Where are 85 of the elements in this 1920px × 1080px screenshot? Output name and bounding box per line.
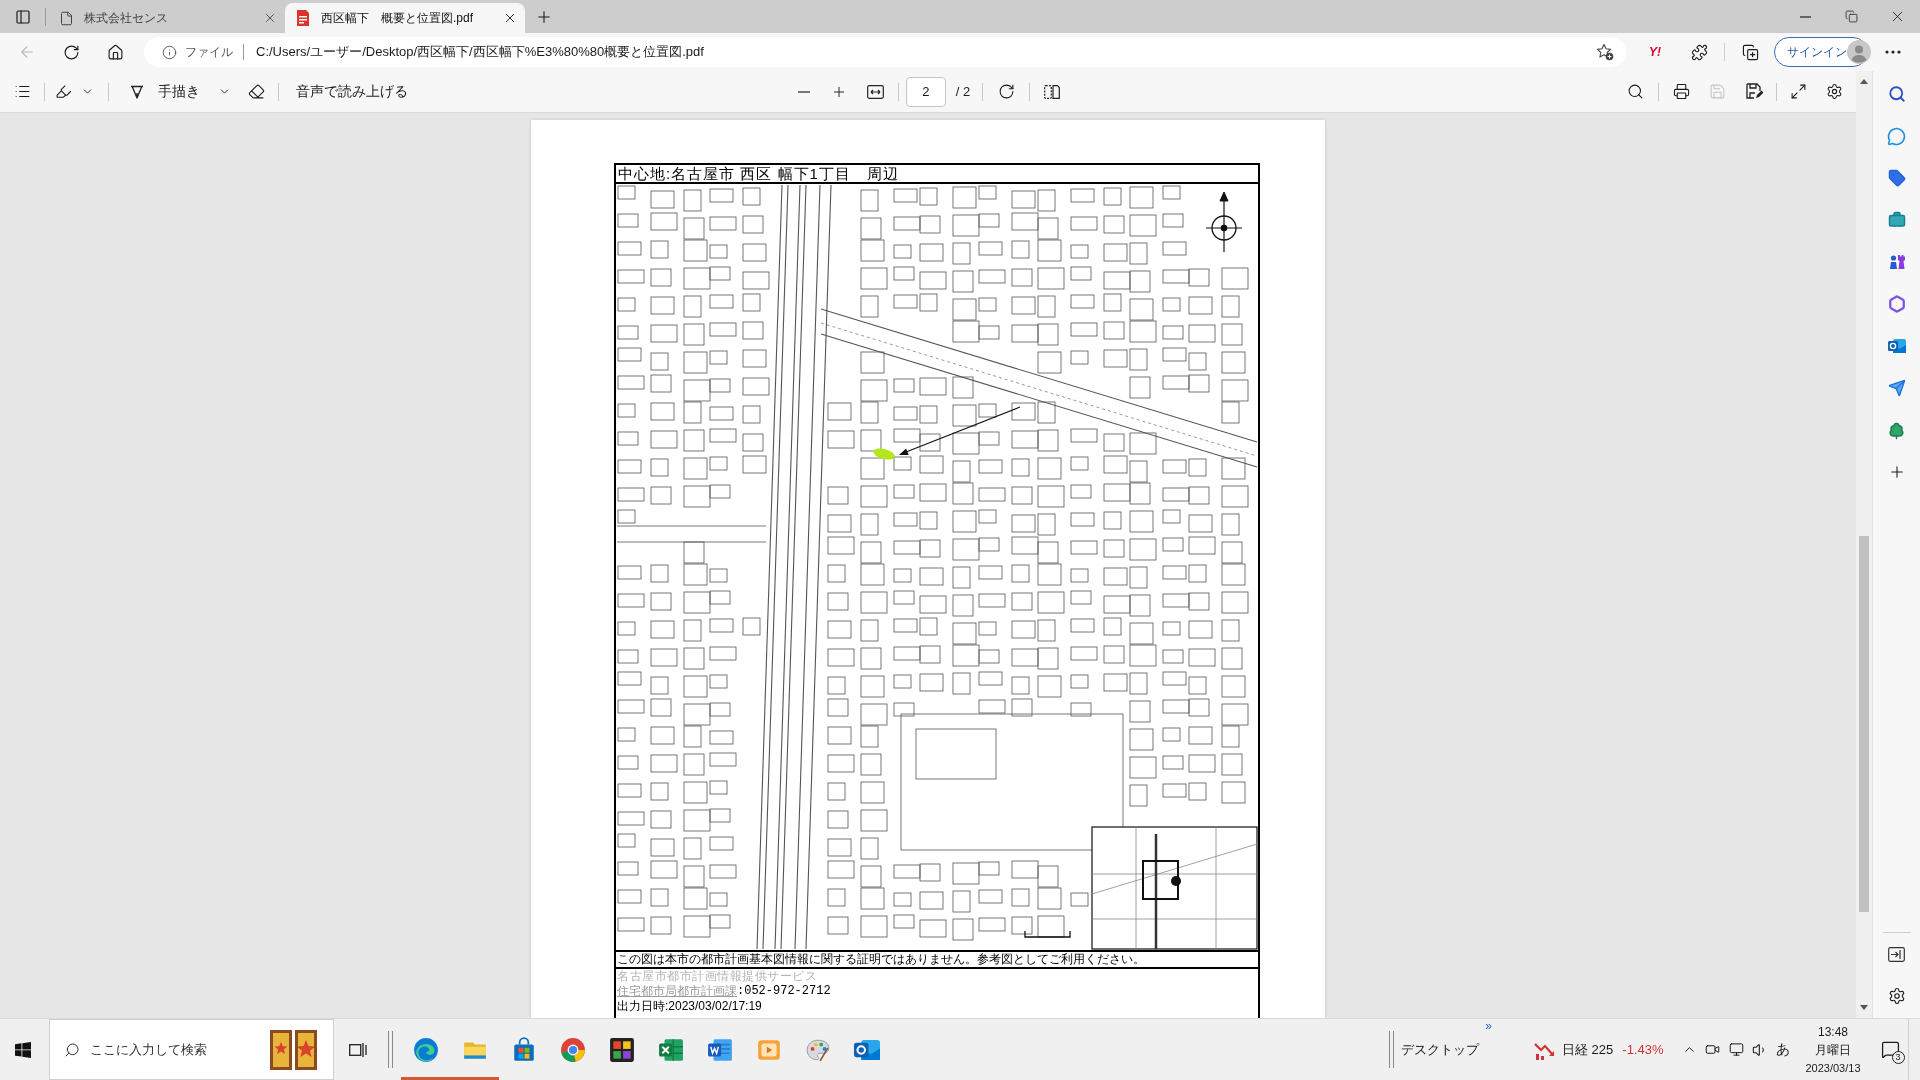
highlighter-icon (54, 83, 72, 100)
file-scheme-label: ファイル (185, 44, 233, 61)
paper-plane-icon (1887, 379, 1906, 397)
desktop-toolbar-label: デスクトップ (1401, 1040, 1480, 1059)
scale-bar-drawing (1024, 930, 1071, 938)
puzzle-icon (1690, 43, 1708, 61)
page-number-field[interactable]: 2 (905, 76, 946, 107)
windows-logo-icon (14, 1041, 31, 1058)
restore-icon (1844, 10, 1858, 23)
tree-icon (1887, 420, 1906, 440)
highlight-marker (873, 448, 895, 460)
search-icon (1626, 83, 1644, 100)
chess-pieces-icon (1887, 253, 1906, 271)
disclaimer-text: この図は本市の都市計画基本図情報に関する証明ではありません。参考図としてご利用ください。 (616, 950, 1258, 969)
ime-mode-button[interactable]: あ (1772, 1019, 1794, 1080)
page-total-label: / 2 (955, 82, 971, 101)
network-monitor-icon (1728, 1042, 1744, 1057)
close-icon (503, 11, 517, 25)
round-logo-icon (559, 1036, 586, 1063)
url-text: C:/Users/ユーザー/Desktop/西区幅下/西区幅下%E3%80%80概要と位置図.pdf (256, 43, 704, 62)
star-add-icon[interactable] (1596, 43, 1614, 61)
save-pen-icon (1745, 83, 1763, 100)
spreadsheet-icon (657, 1036, 684, 1063)
hexagon-icon (1887, 295, 1906, 313)
clock-date[interactable]: 2023/03/13 (1805, 1058, 1861, 1077)
eraser-icon (247, 83, 265, 100)
scrollbar-thumb[interactable] (1859, 536, 1869, 912)
rotate-icon (997, 83, 1015, 100)
document-icon (706, 1036, 733, 1063)
home-icon (106, 43, 124, 61)
notifications-button[interactable]: 3 (1872, 1019, 1908, 1080)
search-icon (1887, 85, 1906, 103)
color-tiles-icon (608, 1036, 635, 1063)
briefcase-icon (1887, 211, 1906, 229)
more-icon (1885, 50, 1901, 54)
search-icon (64, 1041, 80, 1058)
list-icon (13, 83, 31, 100)
browser-tab[interactable]: 株式会社センス (49, 3, 285, 33)
clock-time[interactable]: 13:48 (1818, 1022, 1848, 1041)
camera-icon (1704, 1042, 1720, 1057)
stock-name: 日経 225 (1562, 1040, 1614, 1059)
sign-in-button[interactable]: サインイン (1774, 37, 1868, 67)
compass-icon (1205, 191, 1243, 253)
service-name: 名古屋市都市計画情報提供サービス (616, 969, 818, 984)
info-icon (162, 44, 177, 60)
draw-button[interactable]: 手描き (117, 77, 204, 106)
stock-change: -1.43% (1622, 1040, 1664, 1059)
save-icon (1708, 83, 1726, 100)
settings-icon (1825, 83, 1843, 100)
read-aloud-button[interactable]: 音声で読み上げる (288, 77, 416, 106)
pen-nib-icon (129, 83, 145, 100)
collections-icon (1741, 43, 1759, 61)
task-view-icon (349, 1041, 367, 1058)
clock-day[interactable]: 月曜日 (1815, 1040, 1851, 1059)
avatar-icon (1847, 40, 1871, 64)
close-icon (263, 11, 277, 25)
fit-width-icon (867, 84, 885, 99)
panel-icon (15, 8, 31, 25)
notification-count: 3 (1891, 1051, 1905, 1064)
scroll-up-icon[interactable] (1860, 79, 1868, 84)
taskbar-search-field[interactable]: ここに入力して検索 (49, 1019, 334, 1080)
toolbar-more-button[interactable]: » (1483, 1019, 1494, 1033)
printer-icon (1672, 83, 1690, 100)
swirl-logo-icon (412, 1036, 439, 1063)
message-icon (1880, 1040, 1900, 1059)
expand-icon (1789, 83, 1807, 100)
file-tile-icon (295, 10, 311, 26)
page-icon (59, 10, 74, 26)
tag-icon (1887, 169, 1906, 187)
refresh-icon (62, 43, 80, 61)
map-title: 中心地:名古屋市 西区 幅下1丁目 周辺 (616, 165, 1258, 184)
scroll-down-icon[interactable] (1860, 1005, 1868, 1010)
extension-button[interactable]: Y! (1638, 37, 1672, 67)
phone-number: :052-972-2712 (737, 984, 831, 999)
browser-tab[interactable]: 西区幅下 概要と位置図.pdf (285, 3, 525, 33)
address-field[interactable]: ファイル C:/Users/ユーザー/Desktop/西区幅下/西区幅下%E3%80%80概要と位置図.pdf (144, 37, 1626, 67)
two-page-icon (1044, 84, 1061, 99)
settings-icon (1887, 987, 1906, 1005)
chat-bubble-icon (1887, 126, 1906, 146)
mail-tile-icon (1887, 337, 1906, 355)
minus-icon (797, 90, 810, 93)
minimize-icon (1799, 15, 1811, 18)
scrollbar-track[interactable] (1856, 71, 1872, 1018)
star-picture-icon (269, 1027, 319, 1072)
output-timestamp: 出力日時:2023/03/02/17:19 (616, 999, 763, 1014)
